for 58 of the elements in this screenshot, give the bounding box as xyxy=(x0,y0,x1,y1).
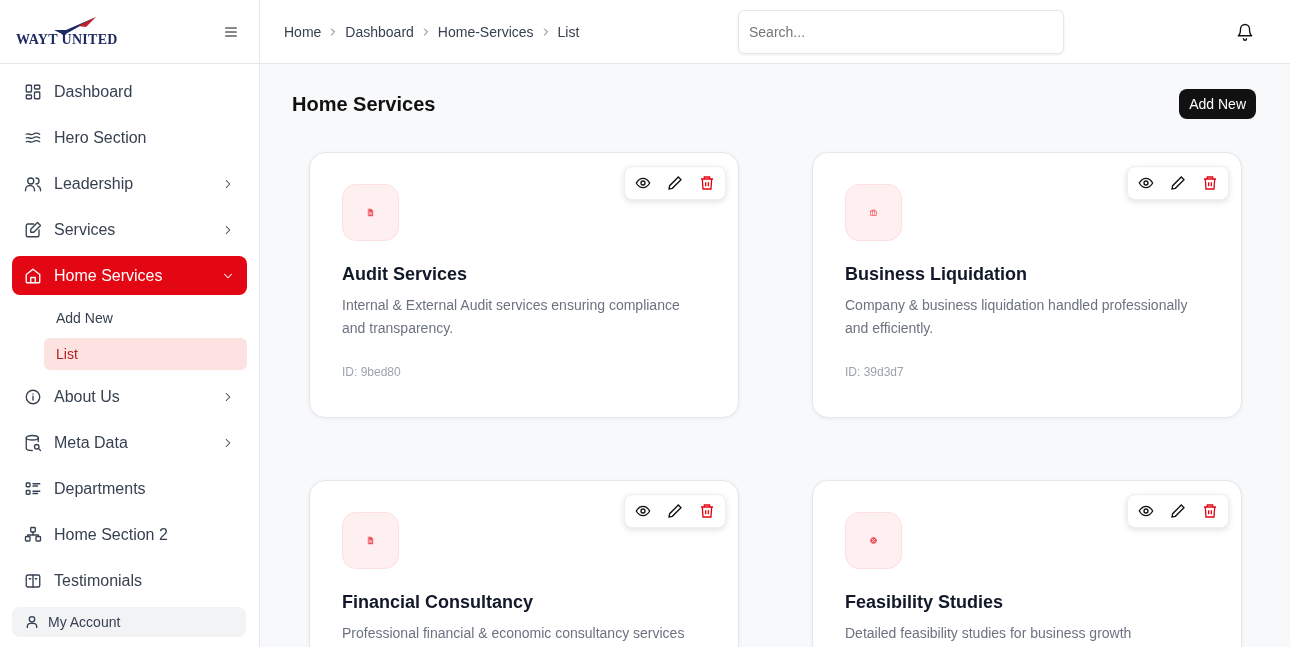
card-description: Company & business liquidation handled professionally and efficiently. xyxy=(845,296,1189,338)
sidebar-item[interactable]: Services xyxy=(12,210,247,249)
list-icon xyxy=(24,479,42,498)
trash-icon xyxy=(699,175,715,191)
search-field[interactable]: Search... xyxy=(738,9,1064,54)
document-icon xyxy=(366,208,375,217)
sidebar-item[interactable]: Meta Data xyxy=(12,423,247,462)
document-icon xyxy=(366,536,375,545)
breadcrumb-link[interactable]: Home xyxy=(284,23,322,40)
breadcrumb-link[interactable]: Home-Services xyxy=(437,23,534,40)
card-title: Feasibility Studies xyxy=(845,592,1005,613)
breadcrumb-link[interactable]: List xyxy=(557,23,580,40)
eye-icon xyxy=(1138,503,1154,519)
database-search-icon xyxy=(24,433,42,452)
company-logo: WAYT UNITED xyxy=(16,15,118,48)
eye-icon xyxy=(1138,175,1154,191)
sidebar-item[interactable]: Testimonials xyxy=(12,561,247,600)
card-description: Detailed feasibility studies for business growth xyxy=(845,624,1133,643)
sidebar-item[interactable]: About Us xyxy=(12,377,247,416)
trash-icon xyxy=(1202,175,1218,191)
edit-note-icon xyxy=(24,220,42,239)
network-icon xyxy=(24,525,42,544)
trash-icon xyxy=(1202,503,1218,519)
submenu-item[interactable]: List xyxy=(44,338,247,370)
sidebar-item[interactable]: Home Section 2 xyxy=(12,515,247,554)
pencil-icon xyxy=(667,503,683,519)
sidebar-item[interactable]: Home Services xyxy=(12,256,247,295)
add-new-button[interactable]: Add New xyxy=(1179,89,1256,119)
card-description: Internal & External Audit services ensuring compliance and transparency. xyxy=(342,296,681,338)
sidebar-item[interactable]: Hero Section xyxy=(12,118,247,157)
card-id: ID: 9bed80 xyxy=(342,365,402,379)
breadcrumb-link[interactable]: Dashboard xyxy=(345,23,414,40)
book-icon xyxy=(24,571,42,590)
card-id: ID: 39d3d7 xyxy=(845,365,905,379)
account-button[interactable]: My Account xyxy=(12,607,246,637)
card-title: Business Liquidation xyxy=(845,264,1028,285)
page-title: Home Services xyxy=(292,92,436,116)
target-icon xyxy=(869,536,878,545)
sidebar-item[interactable]: Leadership xyxy=(12,164,247,203)
eye-icon xyxy=(635,503,651,519)
home-icon xyxy=(24,266,42,285)
info-icon xyxy=(24,387,42,406)
user-icon xyxy=(24,614,40,630)
eye-icon xyxy=(635,175,651,191)
sidebar-item[interactable]: Dashboard xyxy=(12,72,247,111)
pencil-icon xyxy=(1170,175,1186,191)
card-description: Professional financial & economic consultancy services xyxy=(342,624,686,643)
bell-icon xyxy=(1236,22,1254,41)
briefcase-icon xyxy=(869,208,878,217)
pencil-icon xyxy=(667,175,683,191)
submenu-item[interactable]: Add New xyxy=(44,302,247,334)
card-title: Financial Consultancy xyxy=(342,592,535,613)
users-icon xyxy=(24,174,42,193)
trash-icon xyxy=(699,503,715,519)
sidebar-item[interactable]: Departments xyxy=(12,469,247,508)
card-title: Audit Services xyxy=(342,264,469,285)
pencil-icon xyxy=(1170,503,1186,519)
grid-icon xyxy=(24,82,42,101)
